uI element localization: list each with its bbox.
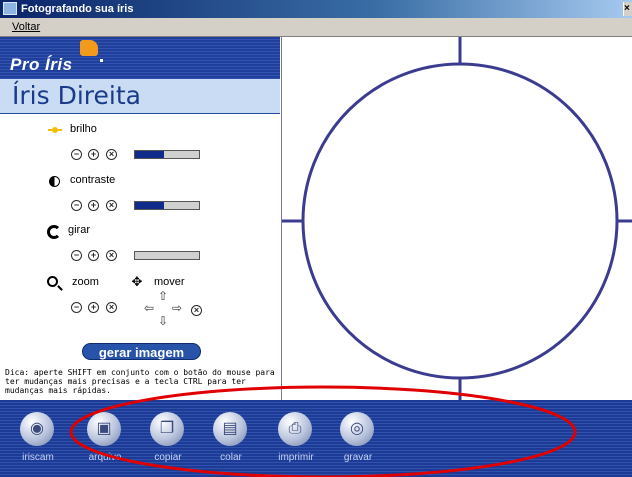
- window-titlebar: Fotografando sua íris ×: [0, 0, 632, 18]
- page-title: Íris Direita: [12, 81, 141, 110]
- app-icon: [3, 2, 17, 15]
- sun-icon: [48, 123, 62, 137]
- toolbar-label-iriscam: iriscam: [22, 452, 54, 463]
- bottom-toolbar: ◉ iriscam ▣ arquivo ❐ copiar ▤ colar ⎙ i…: [0, 400, 632, 477]
- toolbar-iriscam[interactable]: ◉ iriscam: [10, 412, 66, 472]
- toolbar-gravar[interactable]: ◎ gravar: [330, 412, 386, 472]
- copy-glyph: ❐: [159, 420, 175, 437]
- generate-image-button[interactable]: gerar imagem: [82, 343, 201, 360]
- zoom-reset-button[interactable]: ×: [106, 302, 117, 313]
- close-icon[interactable]: ×: [623, 2, 632, 16]
- logo-dot: [100, 59, 103, 62]
- move-arrows: ⇧ ⇦ ⇨ ⇩: [140, 289, 188, 329]
- girar-plus-button[interactable]: +: [88, 250, 99, 261]
- paste-glyph: ▤: [222, 420, 238, 437]
- contraste-slider-fill: [135, 202, 164, 209]
- girar-slider[interactable]: [134, 251, 200, 260]
- toolbar-colar[interactable]: ▤ colar: [203, 412, 259, 472]
- brilho-slider[interactable]: [134, 150, 200, 159]
- zoom-minus-button[interactable]: −: [71, 302, 82, 313]
- toolbar-arquivo[interactable]: ▣ arquivo: [77, 412, 133, 472]
- girar-minus-button[interactable]: −: [71, 250, 82, 261]
- contrast-icon: [49, 176, 60, 187]
- brilho-label: brilho: [70, 123, 97, 135]
- magnifier-icon: [47, 276, 58, 287]
- contraste-label: contraste: [70, 174, 116, 186]
- camera-glyph: ◉: [30, 420, 44, 437]
- control-panel: Pro Íris Íris Direita brilho − + × contr…: [0, 37, 280, 400]
- iris-guide-svg: [282, 37, 632, 400]
- toolbar-imprimir[interactable]: ⎙ imprimir: [268, 412, 324, 472]
- brilho-slider-fill: [135, 151, 164, 158]
- contraste-slider[interactable]: [134, 201, 200, 210]
- girar-label: girar: [68, 224, 91, 236]
- toolbar-label-imprimir: imprimir: [278, 452, 314, 463]
- toolbar-label-copiar: copiar: [154, 452, 182, 463]
- logo-mark-icon: [80, 40, 98, 56]
- mover-reset-button[interactable]: ×: [191, 305, 202, 316]
- girar-reset-button[interactable]: ×: [106, 250, 117, 261]
- iris-guide-circle: [301, 62, 619, 380]
- iris-viewer[interactable]: [281, 37, 632, 400]
- tip-text: Dica: aperte SHIFT em conjunto com o bot…: [5, 368, 275, 395]
- arrow-right-icon[interactable]: ⇨: [172, 301, 182, 315]
- contraste-minus-button[interactable]: −: [71, 200, 82, 211]
- contraste-plus-button[interactable]: +: [88, 200, 99, 211]
- move-icon: ✥: [131, 274, 143, 289]
- brand-header: Pro Íris: [0, 37, 280, 79]
- brand-logo: Pro Íris: [10, 55, 73, 74]
- contraste-reset-button[interactable]: ×: [106, 200, 117, 211]
- toolbar-label-colar: colar: [220, 452, 242, 463]
- toolbar-label-arquivo: arquivo: [88, 452, 122, 463]
- toolbar-label-gravar: gravar: [343, 452, 373, 463]
- toolbar-copiar[interactable]: ❐ copiar: [140, 412, 196, 472]
- window-title: Fotografando sua íris: [21, 3, 134, 15]
- brilho-reset-button[interactable]: ×: [106, 149, 117, 160]
- floppy-glyph: ▣: [96, 420, 112, 437]
- zoom-label: zoom: [72, 276, 99, 288]
- brilho-plus-button[interactable]: +: [88, 149, 99, 160]
- menu-bar: Voltar: [0, 18, 632, 37]
- disc-glyph: ◎: [350, 420, 364, 437]
- rotate-icon: [47, 225, 61, 239]
- arrow-down-icon[interactable]: ⇩: [158, 314, 168, 328]
- page-title-band: Íris Direita: [0, 79, 280, 114]
- printer-glyph: ⎙: [288, 420, 302, 437]
- arrow-left-icon[interactable]: ⇦: [144, 301, 154, 315]
- zoom-plus-button[interactable]: +: [88, 302, 99, 313]
- menu-item-voltar[interactable]: Voltar: [12, 18, 40, 36]
- arrow-up-icon[interactable]: ⇧: [158, 289, 168, 303]
- mover-label: mover: [154, 276, 185, 288]
- brilho-minus-button[interactable]: −: [71, 149, 82, 160]
